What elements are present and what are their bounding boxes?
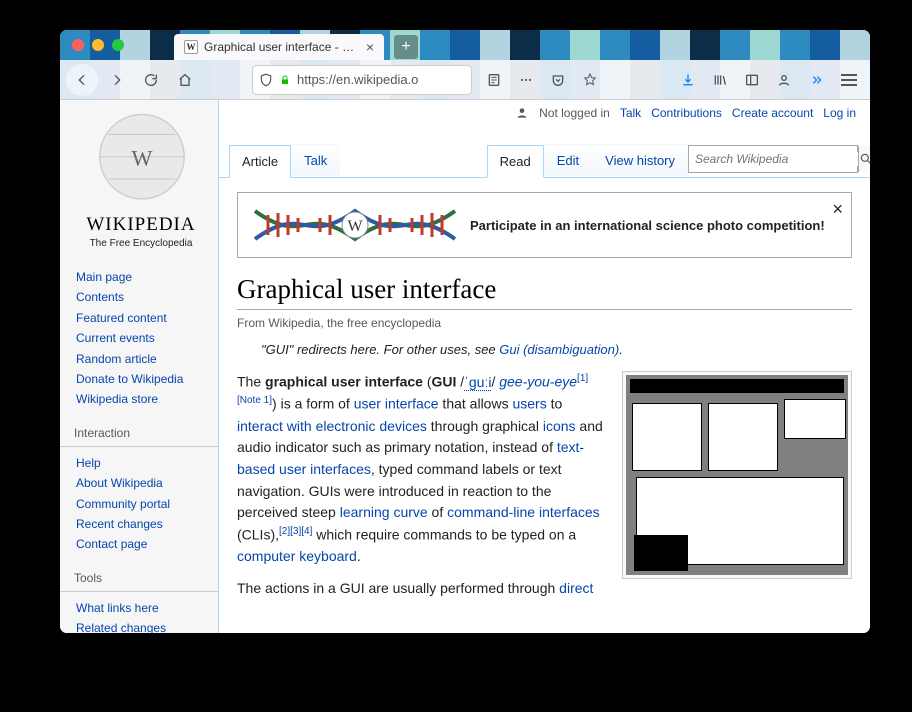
article-area: Not logged in Talk Contributions Create …	[218, 100, 870, 633]
user-talk-link[interactable]: Talk	[620, 106, 641, 120]
user-links: Not logged in Talk Contributions Create …	[515, 106, 856, 120]
hatnote-link[interactable]: Gui (disambiguation)	[499, 342, 619, 357]
minimize-window-button[interactable]	[92, 39, 104, 51]
lock-icon	[279, 74, 291, 86]
sidebar-link[interactable]: Main page	[76, 267, 218, 287]
sidebar-link[interactable]: Community portal	[76, 494, 218, 514]
sidebar-link[interactable]: Contents	[76, 287, 218, 307]
sidebar-link[interactable]: About Wikipedia	[76, 473, 218, 493]
url-text: https://en.wikipedia.o	[297, 72, 465, 87]
xerox-star-screenshot	[626, 375, 848, 575]
reload-button[interactable]	[136, 65, 166, 95]
svg-text:W: W	[132, 146, 153, 171]
shield-icon	[259, 73, 273, 87]
sidebar-heading: Tools	[74, 571, 218, 585]
sidebar-link[interactable]: Related changes	[76, 618, 218, 633]
page-content: W WIKIPEDIA The Free Encyclopedia Main p…	[60, 100, 870, 633]
back-button[interactable]	[66, 64, 98, 96]
hamburger-menu-button[interactable]	[834, 65, 864, 95]
tab-read[interactable]: Read	[487, 145, 544, 178]
zoom-window-button[interactable]	[112, 39, 124, 51]
page-tabs: Article Talk Read Edit View history	[219, 144, 870, 178]
sidebar-link[interactable]: Current events	[76, 328, 218, 348]
svg-text:W: W	[347, 218, 363, 235]
browser-toolbar: https://en.wikipedia.o	[60, 60, 870, 100]
titlebar: W Graphical user interface - Wiki… × +	[60, 30, 870, 60]
search-box[interactable]	[688, 145, 858, 173]
user-icon	[515, 106, 529, 120]
search-input[interactable]	[689, 152, 858, 166]
second-paragraph: The actions in a GUI are usually perform…	[237, 578, 852, 600]
search-icon[interactable]	[858, 146, 870, 172]
sidebar-link[interactable]: Wikipedia store	[76, 389, 218, 409]
sidebar-toggle-icon[interactable]	[738, 66, 766, 94]
tab-talk[interactable]: Talk	[291, 144, 340, 177]
create-account-link[interactable]: Create account	[732, 106, 813, 120]
sidebar-link[interactable]: Contact page	[76, 534, 218, 554]
sidebar-link[interactable]: Featured content	[76, 308, 218, 328]
window-controls	[60, 39, 124, 51]
new-tab-button[interactable]: +	[394, 35, 418, 59]
tab-history[interactable]: View history	[592, 144, 688, 177]
log-in-link[interactable]: Log in	[823, 106, 856, 120]
home-button[interactable]	[170, 65, 200, 95]
reader-mode-icon[interactable]	[480, 66, 508, 94]
infobox-thumbnail[interactable]	[622, 371, 852, 579]
overflow-icon[interactable]	[802, 66, 830, 94]
address-bar[interactable]: https://en.wikipedia.o	[252, 65, 472, 95]
hatnote: "GUI" redirects here. For other uses, se…	[261, 342, 852, 357]
page-title: Graphical user interface	[237, 274, 852, 310]
browser-window: W Graphical user interface - Wiki… × + h…	[60, 30, 870, 633]
browser-tab[interactable]: W Graphical user interface - Wiki… ×	[174, 34, 384, 60]
sidebar-link[interactable]: Donate to Wikipedia	[76, 369, 218, 389]
page-subtitle: From Wikipedia, the free encyclopedia	[237, 316, 852, 330]
sidebar-link[interactable]: What links here	[76, 598, 218, 618]
sidebar-link[interactable]: Help	[76, 453, 218, 473]
dna-icon: W	[250, 203, 460, 247]
pocket-icon[interactable]	[544, 66, 572, 94]
downloads-icon[interactable]	[674, 66, 702, 94]
close-tab-icon[interactable]: ×	[366, 39, 374, 55]
sidebar-link[interactable]: Random article	[76, 349, 218, 369]
wikipedia-wordmark: WIKIPEDIA The Free Encyclopedia	[76, 214, 206, 249]
page-actions-icon[interactable]	[512, 66, 540, 94]
library-icon[interactable]	[706, 66, 734, 94]
banner-text: Participate in an international science …	[470, 218, 825, 233]
article-body: W Participate in an international scienc…	[219, 178, 870, 633]
favicon-icon: W	[184, 40, 198, 54]
tab-edit[interactable]: Edit	[544, 144, 592, 177]
sidebar-link[interactable]: Recent changes	[76, 514, 218, 534]
close-banner-icon[interactable]: ×	[832, 199, 843, 220]
wikipedia-sidebar: W WIKIPEDIA The Free Encyclopedia Main p…	[60, 100, 218, 633]
bookmark-star-icon[interactable]	[576, 66, 604, 94]
account-icon[interactable]	[770, 66, 798, 94]
site-notice-banner[interactable]: W Participate in an international scienc…	[237, 192, 852, 258]
contributions-link[interactable]: Contributions	[651, 106, 722, 120]
tab-article[interactable]: Article	[229, 145, 291, 178]
wikipedia-logo-icon[interactable]: W	[82, 110, 202, 210]
sidebar-heading: Interaction	[74, 426, 218, 440]
tab-title: Graphical user interface - Wiki…	[204, 40, 360, 54]
close-window-button[interactable]	[72, 39, 84, 51]
forward-button[interactable]	[102, 65, 132, 95]
not-logged-in-label: Not logged in	[539, 106, 610, 120]
